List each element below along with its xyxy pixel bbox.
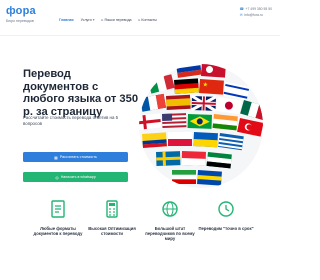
main-nav: Главная Услуги ▾ ▸ Языки перевода ▸ Конт…	[59, 16, 157, 24]
feature-item: Большой штат переводчиков по всему миру	[140, 200, 200, 242]
feature-item: Любые форматы документов к переводу	[28, 200, 88, 236]
email-address: info@fora.ru	[244, 13, 263, 17]
nav-item-label: Услуги	[80, 18, 92, 22]
button-label: Написать в whatsapp	[60, 175, 96, 179]
nav-item-home[interactable]: Главная	[59, 18, 74, 22]
whatsapp-icon: ◎	[55, 174, 59, 180]
nav-item-services[interactable]: Услуги ▾	[81, 18, 95, 22]
hero-title: Перевод документов с любого языка от 350…	[23, 68, 139, 118]
feature-item: Высокая Оптимизация стоимости	[82, 200, 142, 236]
chevron-down-icon: ▾	[92, 18, 95, 22]
whatsapp-button[interactable]: ◎ Написать в whatsapp	[23, 172, 128, 182]
nav-item-languages[interactable]: ▸ Языки перевода	[102, 18, 132, 22]
nav-item-label: Языки перевода	[104, 18, 132, 22]
header-contacts: ☎ +7 499 350 55 50 ✉ info@fora.ru	[240, 6, 272, 18]
button-label: Рассчитать стоимость	[59, 155, 97, 159]
calculate-cost-button[interactable]: ▦ Рассчитать стоимость	[23, 152, 128, 162]
hero-subtitle: Рассчитайте стоимость перевода ответив н…	[23, 115, 119, 126]
globe-icon	[162, 201, 178, 217]
feature-text: Высокая Оптимизация стоимости	[88, 226, 136, 237]
calculator-icon: ▦	[54, 154, 58, 160]
mail-icon: ✉	[239, 13, 243, 17]
svg-text:★: ★	[202, 81, 208, 88]
calculator-icon	[106, 200, 118, 218]
feature-item: Переводим "точно в срок"	[196, 200, 256, 231]
nav-item-label: Главная	[59, 18, 74, 22]
features-row: Любые форматы документов к переводу Высо…	[0, 200, 280, 280]
language-icon: ▸	[101, 18, 104, 22]
nav-item-label: Контакты	[141, 18, 157, 22]
flags-globe-image: ★	[139, 64, 263, 188]
email-link[interactable]: ✉ info@fora.ru	[240, 12, 272, 18]
feature-text: Большой штат переводчиков по всему миру	[145, 226, 195, 242]
logo[interactable]: фора Бюро переводов	[6, 5, 36, 24]
nav-item-contacts[interactable]: ▸ Контакты	[139, 18, 157, 22]
logo-subtitle: Бюро переводов	[6, 19, 34, 23]
clock-icon	[218, 201, 234, 217]
feature-text: Любые форматы документов к переводу	[33, 226, 83, 237]
logo-title: фора	[6, 5, 36, 17]
document-icon	[51, 200, 65, 218]
site-header: фора Бюро переводов Главная Услуги ▾ ▸ Я…	[0, 0, 280, 36]
feature-text: Переводим "точно в срок"	[198, 226, 254, 231]
phone-icon: ▸	[138, 18, 141, 22]
